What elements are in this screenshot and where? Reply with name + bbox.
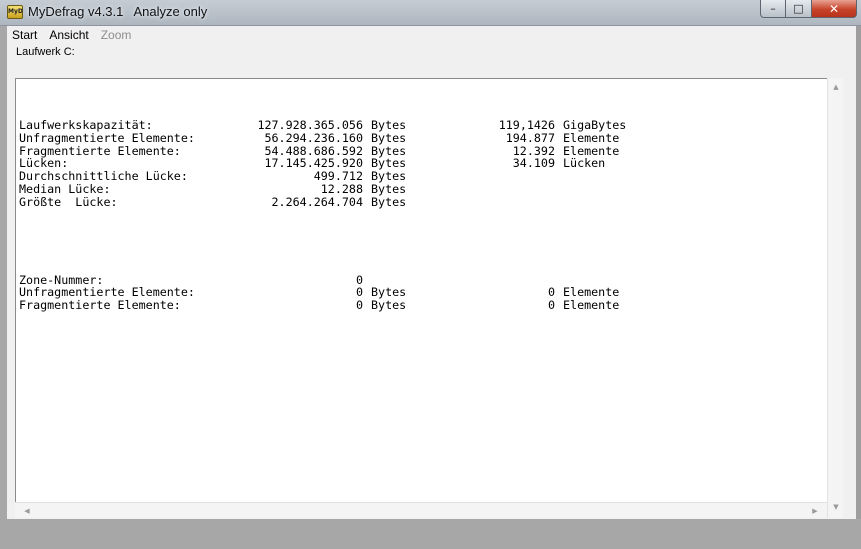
- menu-zoom[interactable]: Zoom: [101, 28, 132, 42]
- report-text: Laufwerkskapazität: 127.928.365.056 Bytes 1…: [19, 93, 819, 513]
- stats-block: Laufwerkskapazität: 127.928.365.056 Bytes 1…: [19, 117, 819, 209]
- minimize-icon: –: [770, 2, 776, 15]
- mydefrag-app-icon[interactable]: MyD: [7, 5, 23, 19]
- maximize-icon: □: [793, 2, 804, 15]
- close-button[interactable]: ✕: [812, 0, 857, 18]
- stat-value: 2.264.264.704: [271, 195, 363, 210]
- scroll-left-arrow-icon[interactable]: ◀: [19, 504, 35, 518]
- menu-start[interactable]: Start: [12, 28, 37, 42]
- stats-row: Laufwerkskapazität: 127.928.365.056 Bytes 1…: [19, 117, 819, 132]
- maximize-button[interactable]: □: [786, 0, 812, 18]
- window-controls: – □ ✕: [760, 0, 857, 18]
- window-bottom-area: [0, 519, 861, 549]
- stats-row: Unfragmentierte Elemente: 56.294.236.160 B…: [19, 130, 819, 145]
- stat-unit: Bytes: [371, 195, 407, 210]
- scroll-down-arrow-icon[interactable]: ▼: [828, 500, 844, 514]
- close-icon: ✕: [828, 1, 840, 16]
- stat-value-secondary: 119,1426: [498, 117, 555, 132]
- menu-ansicht[interactable]: Ansicht: [49, 28, 88, 42]
- stat-unit-secondary: Elemente: [563, 298, 620, 313]
- drive-label: Laufwerk C:: [16, 46, 75, 58]
- scroll-up-arrow-icon[interactable]: ▲: [828, 80, 844, 94]
- stat-unit-secondary: Elemente: [563, 130, 620, 145]
- window-title: MyDefrag v4.3.1 Analyze only: [28, 4, 208, 19]
- client-area: Laufwerk C: Laufwerkskapazität: 127.928.3…: [7, 44, 856, 519]
- title-bar[interactable]: MyD MyDefrag v4.3.1 Analyze only – □ ✕: [0, 0, 861, 26]
- minimize-button[interactable]: –: [760, 0, 786, 18]
- stats-row: Fragmentierte Elemente: 54.488.686.592 Byt…: [19, 144, 819, 158]
- menu-bar: Start Ansicht Zoom: [7, 26, 856, 44]
- stat-value-secondary: 0: [547, 298, 555, 313]
- stat-unit-secondary: GigaBytes: [563, 117, 627, 132]
- stat-value-secondary: 194.877: [505, 130, 555, 145]
- stats-row: Median Lücke: 12.288 Bytes: [19, 183, 819, 196]
- vertical-scrollbar[interactable]: ▲ ▼: [827, 78, 843, 518]
- report-panel[interactable]: Laufwerkskapazität: 127.928.365.056 Bytes 1…: [15, 78, 842, 518]
- stat-unit-secondary: Lücken: [563, 156, 606, 171]
- stats-row: Größte Lücke: 2.264.264.704 Bytes: [19, 196, 819, 209]
- zone-block: Zone-Nummer: 0 Unfragmentierte Elemente: 0 B…: [19, 273, 819, 313]
- stats-row: Durchschnittliche Lücke: 499.712 Bytes: [19, 170, 819, 183]
- window-border-left: [0, 26, 7, 549]
- zone-row: Fragmentierte Elemente: 0 Bytes 0 Elemente: [19, 299, 819, 312]
- horizontal-scrollbar[interactable]: ◀ ▶: [15, 502, 827, 518]
- window-border-right: [856, 26, 861, 549]
- scroll-right-arrow-icon[interactable]: ▶: [807, 504, 823, 518]
